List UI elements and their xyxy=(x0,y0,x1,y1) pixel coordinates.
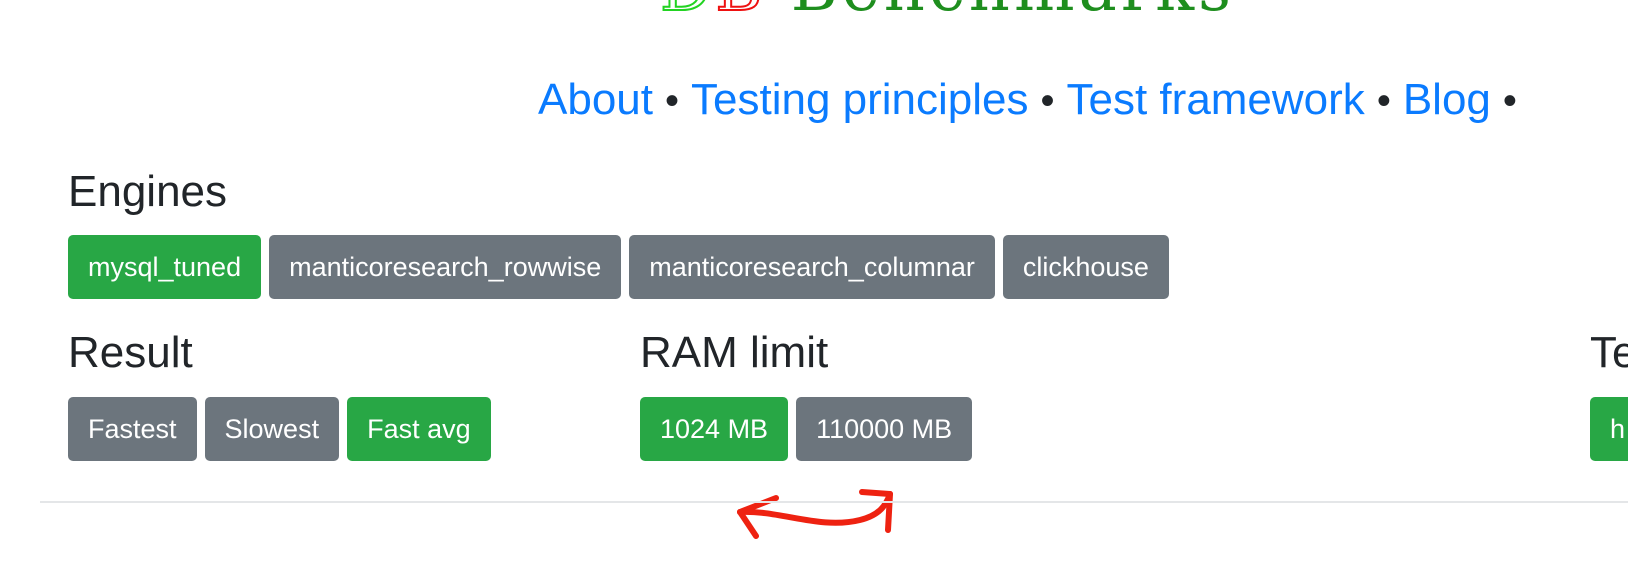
ram-limit-button-group: 1024 MB 110000 MB xyxy=(640,397,973,461)
nav-link-blog[interactable]: Blog xyxy=(1403,75,1491,124)
page: DB Benchmarks About•Testing principles•T… xyxy=(0,0,1628,564)
engine-button-manticoresearch-columnar[interactable]: manticoresearch_columnar xyxy=(629,235,995,299)
result-button-group: Fastest Slowest Fast avg xyxy=(68,397,491,461)
ram-button-110000mb[interactable]: 110000 MB xyxy=(796,397,973,461)
nav-separator: • xyxy=(664,79,679,123)
result-button-fast-avg[interactable]: Fast avg xyxy=(347,397,491,461)
result-button-fastest[interactable]: Fastest xyxy=(68,397,197,461)
engine-button-mysql-tuned[interactable]: mysql_tuned xyxy=(68,235,262,299)
result-heading: Result xyxy=(68,328,193,377)
site-logo[interactable]: DB Benchmarks xyxy=(659,0,1235,27)
cut-section-button[interactable]: h xyxy=(1590,397,1628,461)
nav-separator: • xyxy=(1502,79,1517,123)
nav-link-testing-principles[interactable]: Testing principles xyxy=(691,75,1029,124)
logo-word: Benchmarks xyxy=(791,0,1235,26)
ram-limit-heading: RAM limit xyxy=(640,328,829,377)
engines-heading: Engines xyxy=(68,167,228,216)
result-button-slowest[interactable]: Slowest xyxy=(204,397,340,461)
double-arrow-annotation-icon xyxy=(737,489,893,539)
engines-button-group: mysql_tuned manticoresearch_rowwise mant… xyxy=(68,235,1169,299)
engine-button-clickhouse[interactable]: clickhouse xyxy=(1002,235,1169,299)
nav-separator: • xyxy=(1040,79,1055,123)
logo-letter-b: B xyxy=(714,0,766,27)
top-navigation: About • Testing principles • Test framework •… xyxy=(538,72,1529,129)
ram-button-1024mb[interactable]: 1024 MB xyxy=(640,397,789,461)
nav-link-test-framework[interactable]: Test framework xyxy=(1067,75,1365,124)
logo-letter-d: D xyxy=(659,0,715,27)
section-divider xyxy=(40,501,1628,503)
nav-link-about[interactable]: About xyxy=(538,75,653,124)
cut-section-heading: Te xyxy=(1590,328,1628,377)
cut-section-button-group: h xyxy=(1590,397,1628,461)
engine-button-manticoresearch-rowwise[interactable]: manticoresearch_rowwise xyxy=(269,235,622,299)
nav-separator: • xyxy=(1376,79,1391,123)
